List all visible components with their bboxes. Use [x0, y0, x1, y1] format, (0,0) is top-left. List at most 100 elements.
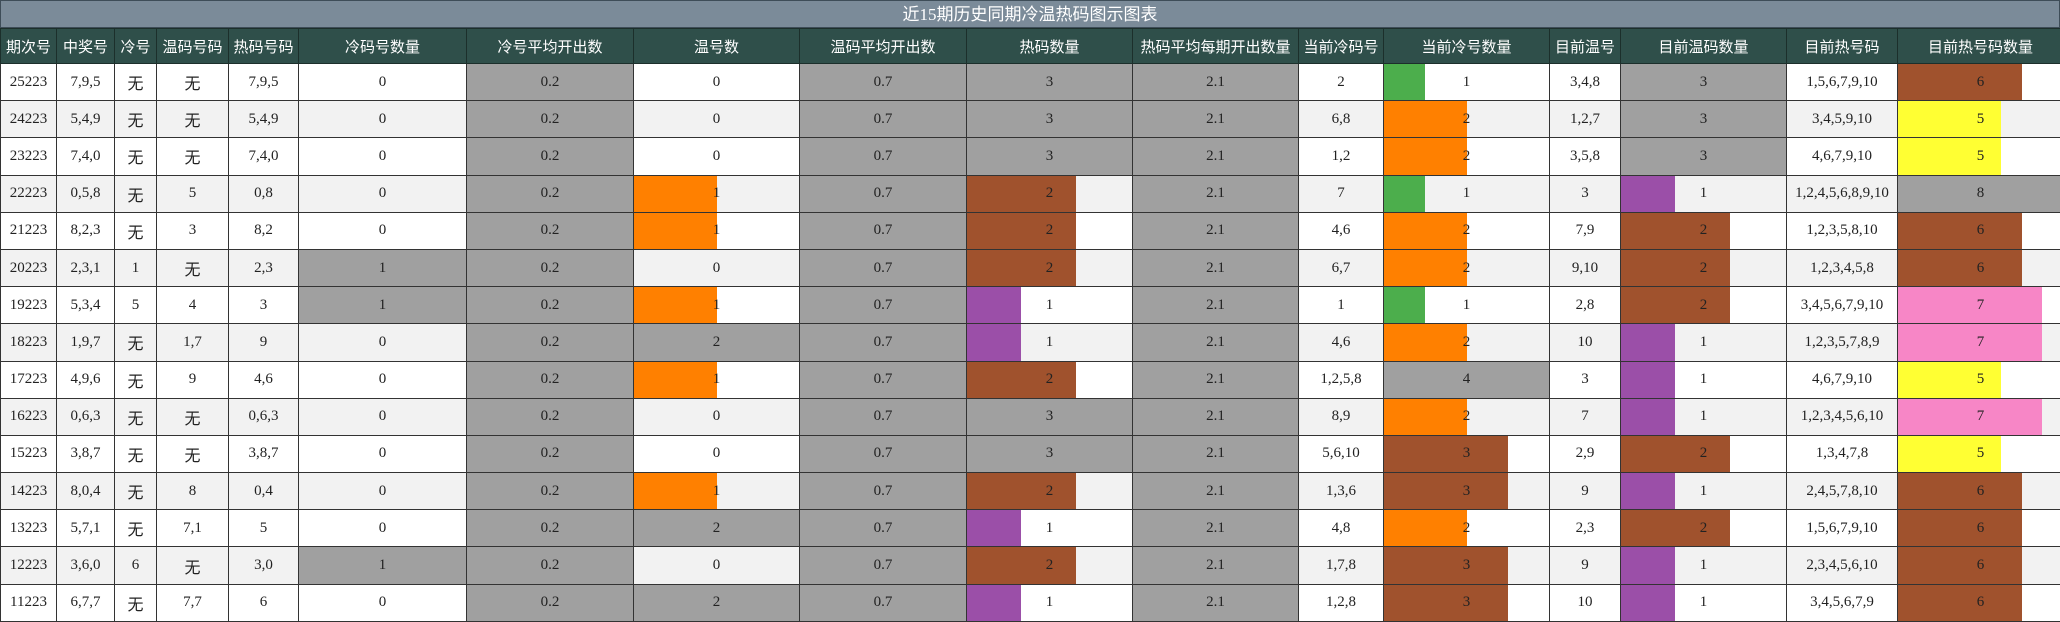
cell-value: 1 [1463, 297, 1471, 313]
cell-lmsl: 1 [299, 249, 467, 286]
cell-mqrh: 2,3,4,5,6,10 [1787, 547, 1898, 584]
cell-mqwh: 9,10 [1550, 249, 1621, 286]
cell-zjh: 3,6,0 [57, 547, 115, 584]
cell-mqwmsl: 2 [1621, 510, 1787, 547]
cell-lhpj: 0.2 [467, 175, 634, 212]
cell-mqrh: 1,2,4,5,6,8,9,10 [1787, 175, 1898, 212]
cell-rmsl: 2 [967, 361, 1133, 398]
cell-dqlsl: 1 [1384, 287, 1550, 324]
table-row: 202232,3,11无2,310.200.722.16,729,1021,2,… [1, 249, 2060, 286]
cell-whs: 1 [634, 212, 800, 249]
cell-mqrh: 3,4,5,9,10 [1787, 101, 1898, 138]
count-bar-fill [634, 362, 717, 398]
cell-qc: 17223 [1, 361, 57, 398]
cell-whs: 0 [634, 64, 800, 101]
cell-mqwh: 10 [1550, 584, 1621, 621]
count-bar-fill [634, 213, 717, 249]
cell-wmpj: 0.7 [800, 101, 967, 138]
column-header: 温号数 [634, 29, 800, 64]
column-header: 期次号 [1, 29, 57, 64]
cell-whs: 0 [634, 138, 800, 175]
cell-mqrhsl: 7 [1898, 287, 2060, 324]
cell-dqlsl: 4 [1384, 361, 1550, 398]
cell-value: 1 [713, 222, 721, 238]
cell-rmh: 3,0 [229, 547, 299, 584]
cell-wmh: 7,1 [157, 510, 229, 547]
cell-value: 3 [1463, 445, 1471, 461]
cell-value: 2 [1463, 148, 1471, 164]
count-bar-fill [1898, 585, 2022, 621]
cell-rmh: 0,8 [229, 175, 299, 212]
cell-mqrh: 3,4,5,6,7,9,10 [1787, 287, 1898, 324]
cell-mqrh: 1,5,6,7,9,10 [1787, 64, 1898, 101]
cell-rmsl: 2 [967, 547, 1133, 584]
cell-value: 6 [1977, 520, 1985, 536]
count-bar-fill [1621, 473, 1675, 509]
cell-value: 3 [1700, 148, 1708, 164]
cell-zjh: 5,7,1 [57, 510, 115, 547]
cell-rmpj: 2.1 [1133, 249, 1299, 286]
cell-mqwmsl: 3 [1621, 101, 1787, 138]
cell-dqlm: 6,8 [1299, 101, 1384, 138]
cell-qc: 18223 [1, 324, 57, 361]
cell-value: 1 [1700, 594, 1708, 610]
cell-zjh: 3,8,7 [57, 435, 115, 472]
count-bar-fill [634, 287, 717, 323]
cell-value: 1 [1046, 594, 1054, 610]
cell-mqrh: 4,6,7,9,10 [1787, 138, 1898, 175]
cell-mqwh: 7 [1550, 398, 1621, 435]
count-bar-fill [1621, 399, 1675, 435]
cell-wmpj: 0.7 [800, 584, 967, 621]
count-bar-fill [1384, 250, 1467, 286]
table-body: 252237,9,5无无7,9,500.200.732.1213,4,831,5… [1, 64, 2060, 622]
cell-whs: 0 [634, 249, 800, 286]
column-header: 冷码号数量 [299, 29, 467, 64]
cell-value: 1 [1463, 185, 1471, 201]
cell-dqlsl: 3 [1384, 547, 1550, 584]
count-bar-fill [967, 362, 1076, 398]
cell-mqwmsl: 1 [1621, 175, 1787, 212]
cell-rmpj: 2.1 [1133, 101, 1299, 138]
cell-wmh: 无 [157, 547, 229, 584]
cell-dqlsl: 3 [1384, 473, 1550, 510]
cell-wmpj: 0.7 [800, 287, 967, 324]
cell-mqrhsl: 6 [1898, 212, 2060, 249]
cell-value: 2 [1046, 483, 1054, 499]
table-row: 232237,4,0无无7,4,000.200.732.11,223,5,834… [1, 138, 2060, 175]
cell-whs: 1 [634, 473, 800, 510]
count-bar-fill [1384, 324, 1467, 360]
count-bar-fill [967, 585, 1021, 621]
cell-lmsl: 0 [299, 64, 467, 101]
cell-whs: 1 [634, 287, 800, 324]
cell-mqwh: 3 [1550, 175, 1621, 212]
cell-qc: 25223 [1, 64, 57, 101]
cell-zjh: 7,9,5 [57, 64, 115, 101]
cell-mqrh: 1,5,6,7,9,10 [1787, 510, 1898, 547]
column-header: 温码号码 [157, 29, 229, 64]
cell-mqwh: 1,2,7 [1550, 101, 1621, 138]
cell-mqwh: 2,9 [1550, 435, 1621, 472]
cell-wmpj: 0.7 [800, 175, 967, 212]
cell-mqwh: 9 [1550, 547, 1621, 584]
cell-value: 2 [713, 520, 721, 536]
cell-dqlsl: 3 [1384, 435, 1550, 472]
cell-zjh: 0,5,8 [57, 175, 115, 212]
cell-qc: 13223 [1, 510, 57, 547]
cell-zjh: 8,2,3 [57, 212, 115, 249]
cell-rmh: 7,4,0 [229, 138, 299, 175]
cell-mqwmsl: 1 [1621, 361, 1787, 398]
cell-mqrh: 1,2,3,5,8,10 [1787, 212, 1898, 249]
cell-mqwh: 3,5,8 [1550, 138, 1621, 175]
cell-value: 2 [1463, 111, 1471, 127]
cell-whs: 2 [634, 324, 800, 361]
cell-value: 5 [1977, 371, 1985, 387]
count-bar-fill [1621, 287, 1730, 323]
cell-lhpj: 0.2 [467, 547, 634, 584]
cell-value: 3 [1046, 111, 1054, 127]
cell-wmpj: 0.7 [800, 510, 967, 547]
table-row: 192235,3,454310.210.712.1112,823,4,5,6,7… [1, 287, 2060, 324]
cell-wmpj: 0.7 [800, 435, 967, 472]
cell-lhpj: 0.2 [467, 101, 634, 138]
cell-value: 2 [1463, 260, 1471, 276]
cell-value: 1 [1700, 185, 1708, 201]
